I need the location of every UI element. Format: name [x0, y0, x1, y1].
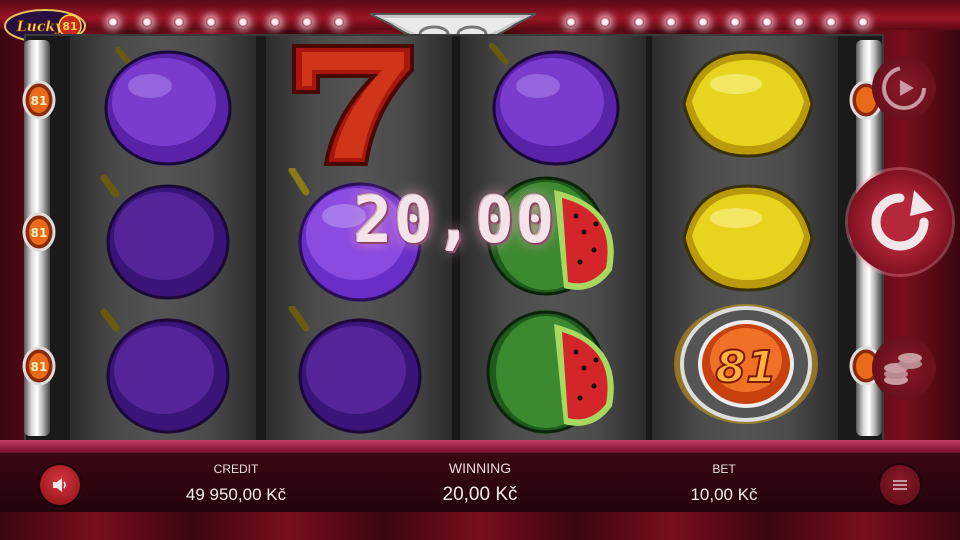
plum-icon [286, 304, 426, 443]
autoplay-button[interactable] [872, 56, 936, 120]
plum-icon [96, 38, 236, 175]
svg-text:81: 81 [31, 360, 48, 374]
bottom-curtain [0, 512, 960, 540]
lemon-icon [676, 44, 820, 169]
info-bar: CREDIT 49 950,00 Kč WINNING 20,00 Kč BET… [0, 452, 960, 513]
svg-text:81: 81 [715, 342, 776, 393]
reel-bottom-trim [0, 440, 960, 452]
bet-coins-button[interactable] [872, 336, 936, 400]
lucky-81-badge-icon: 81 [672, 302, 822, 431]
credit-label: CREDIT [213, 462, 259, 476]
rail-badge-left-mid: 81 [22, 212, 56, 252]
speaker-icon [53, 478, 66, 492]
lemon-icon [676, 178, 820, 303]
bet-value: 10,00 Kč [690, 485, 758, 504]
hamburger-menu-icon [893, 480, 907, 490]
rail-badge-left-bottom: 81 [22, 346, 56, 386]
plum-icon [96, 308, 236, 445]
spin-button[interactable] [848, 170, 952, 274]
svg-text:81: 81 [62, 20, 77, 33]
plum-icon [484, 38, 624, 175]
svg-text:Lucky: Lucky [16, 19, 64, 35]
sound-button[interactable] [40, 465, 80, 505]
win-amount-overlay: 20,00 [353, 184, 557, 258]
bet-label: BET [712, 462, 736, 476]
winning-label: WINNING [448, 460, 512, 476]
rail-badge-left-top: 81 [22, 80, 56, 120]
plum-icon [96, 174, 236, 311]
winning-value: 20,00 Kč [442, 484, 518, 505]
watermelon-icon [484, 306, 624, 443]
credit-value: 49 950,00 Kč [185, 485, 287, 504]
spin-icon [871, 190, 934, 251]
seven-icon [288, 40, 418, 175]
svg-text:81: 81 [31, 94, 48, 108]
autoplay-icon [882, 66, 926, 110]
menu-button[interactable] [880, 465, 920, 505]
svg-text:81: 81 [31, 226, 48, 240]
coins-icon [884, 353, 922, 385]
